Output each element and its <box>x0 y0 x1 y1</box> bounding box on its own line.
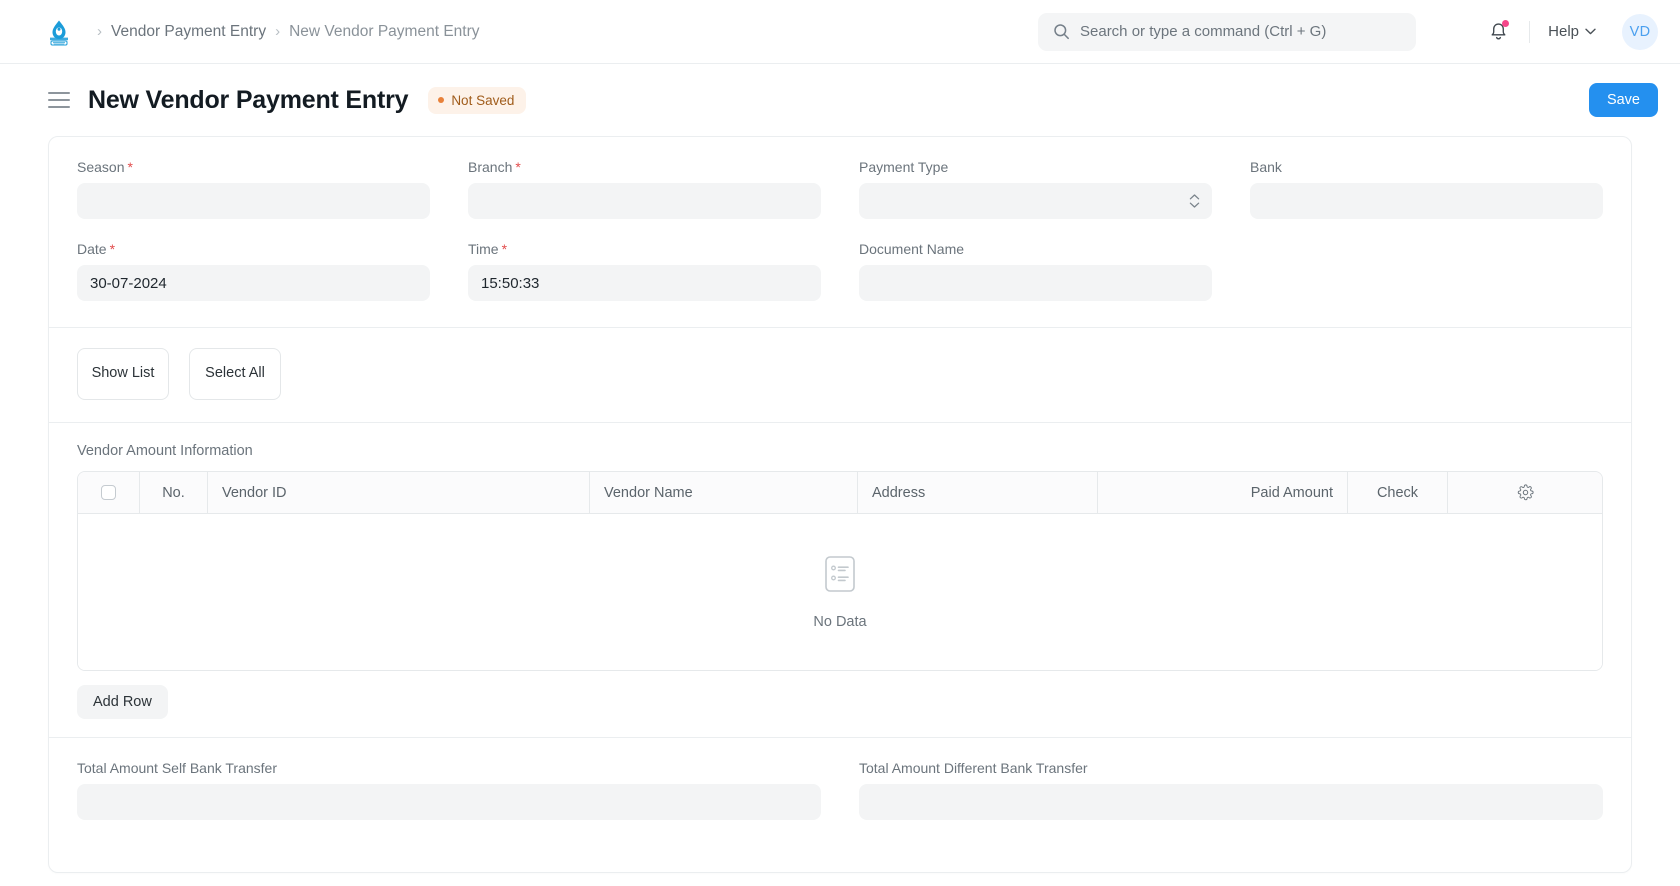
hamburger-icon[interactable] <box>48 92 70 108</box>
required-asterisk: * <box>501 241 508 257</box>
field-bank-label: Bank <box>1250 159 1603 175</box>
help-label: Help <box>1548 23 1579 40</box>
column-settings[interactable] <box>1448 472 1602 513</box>
breadcrumb-separator-0: › <box>97 23 102 40</box>
form-fields-section: Season * Branch * Payment Type Bank Date… <box>49 137 1631 327</box>
breadcrumb-item-vendor-payment-entry[interactable]: Vendor Payment Entry <box>111 23 266 41</box>
branch-input[interactable] <box>468 183 821 219</box>
field-branch-label: Branch * <box>468 159 821 175</box>
field-branch-label-text: Branch <box>468 159 513 175</box>
avatar[interactable]: VD <box>1622 13 1658 50</box>
status-badge: Not Saved <box>428 86 527 114</box>
page-body: Season * Branch * Payment Type Bank Date… <box>0 136 1680 873</box>
field-bank-label-text: Bank <box>1250 159 1282 175</box>
table-title: Vendor Amount Information <box>77 443 253 459</box>
season-input[interactable] <box>77 183 430 219</box>
page-title: New Vendor Payment Entry <box>88 85 409 114</box>
field-date: Date * <box>77 241 430 301</box>
time-input[interactable] <box>468 265 821 301</box>
field-document-name-label-text: Document Name <box>859 241 965 257</box>
field-bank: Bank <box>1250 159 1603 219</box>
form-fields-row-1: Season * Branch * Payment Type Bank <box>77 159 1603 241</box>
field-document-name: Document Name <box>859 241 1212 301</box>
breadcrumb-item-new-vendor-payment-entry[interactable]: New Vendor Payment Entry <box>289 23 479 41</box>
select-all-checkbox[interactable] <box>101 485 116 500</box>
action-buttons-row: Show List Select All <box>49 327 1631 422</box>
field-payment-type-label-text: Payment Type <box>859 159 949 175</box>
field-spacer <box>1250 241 1603 301</box>
avatar-initials: VD <box>1629 23 1651 40</box>
grid-header-row: No. Vendor ID Vendor Name Address Paid A… <box>78 472 1602 514</box>
column-select-all <box>78 472 140 513</box>
help-menu-button[interactable]: Help <box>1544 19 1600 44</box>
field-branch: Branch * <box>468 159 821 219</box>
show-list-button[interactable]: Show List <box>77 348 169 400</box>
search-box[interactable] <box>1038 12 1416 51</box>
required-asterisk: * <box>515 159 521 175</box>
column-header-paid-amount: Paid Amount <box>1098 472 1348 513</box>
total-different-bank-transfer-input[interactable] <box>859 784 1603 820</box>
empty-list-icon <box>825 556 855 592</box>
total-self-bank-transfer-input[interactable] <box>77 784 821 820</box>
select-all-button[interactable]: Select All <box>189 348 281 400</box>
navbar-divider <box>1529 20 1531 43</box>
column-header-vendor-name: Vendor Name <box>590 472 858 513</box>
app-logo[interactable] <box>44 16 74 47</box>
grid-empty-state: No Data <box>78 514 1602 670</box>
field-time-label-text: Time <box>468 241 499 257</box>
column-header-address: Address <box>858 472 1098 513</box>
gear-icon <box>1517 484 1534 501</box>
navbar-right-actions: Help VD <box>1481 13 1658 50</box>
field-total-self-bank-transfer: Total Amount Self Bank Transfer <box>77 760 821 820</box>
status-badge-dot <box>438 97 445 103</box>
date-input[interactable] <box>77 265 430 301</box>
column-header-no: No. <box>140 472 208 513</box>
payment-type-select[interactable] <box>859 183 1212 219</box>
field-time-label: Time * <box>468 241 821 257</box>
field-season-label-text: Season <box>77 159 125 175</box>
total-self-bank-transfer-label: Total Amount Self Bank Transfer <box>77 760 277 776</box>
page-header: New Vendor Payment Entry Not Saved Save <box>0 64 1680 136</box>
form-card: Season * Branch * Payment Type Bank Date… <box>48 136 1632 873</box>
field-total-different-bank-transfer: Total Amount Different Bank Transfer <box>859 760 1603 820</box>
total-different-bank-transfer-label: Total Amount Different Bank Transfer <box>859 760 1088 776</box>
form-fields-row-2: Date * Time * Document Name <box>77 241 1603 323</box>
required-asterisk: * <box>127 159 133 175</box>
bank-input[interactable] <box>1250 183 1603 219</box>
search-input[interactable] <box>1080 23 1401 40</box>
notification-dot <box>1502 19 1510 27</box>
field-season-label: Season * <box>77 159 430 175</box>
payment-type-select-wrap <box>859 183 1212 219</box>
app-logo-icon <box>50 20 68 45</box>
empty-state-label: No Data <box>813 614 867 630</box>
breadcrumb-separator-1: › <box>275 23 281 40</box>
document-name-input[interactable] <box>859 265 1212 301</box>
search-icon <box>1053 23 1070 40</box>
status-badge-label: Not Saved <box>451 92 515 108</box>
chevron-down-icon <box>1585 28 1596 35</box>
field-time: Time * <box>468 241 821 301</box>
field-date-label: Date * <box>77 241 430 257</box>
field-date-label-text: Date <box>77 241 107 257</box>
search-container <box>1038 12 1416 51</box>
vendor-amount-grid: No. Vendor ID Vendor Name Address Paid A… <box>77 471 1603 671</box>
totals-section: Total Amount Self Bank Transfer Total Am… <box>49 737 1631 872</box>
column-header-vendor-id: Vendor ID <box>208 472 590 513</box>
breadcrumb: › Vendor Payment Entry › New Vendor Paym… <box>88 23 480 41</box>
totals-grid: Total Amount Self Bank Transfer Total Am… <box>77 760 1603 842</box>
vendor-amount-table-section: Vendor Amount Information No. Vendor ID … <box>49 422 1631 737</box>
add-row-button[interactable]: Add Row <box>77 685 168 719</box>
column-header-check: Check <box>1348 472 1448 513</box>
notifications-button[interactable] <box>1481 15 1515 49</box>
field-payment-type: Payment Type <box>859 159 1212 219</box>
field-season: Season * <box>77 159 430 219</box>
field-payment-type-label: Payment Type <box>859 159 1212 175</box>
field-document-name-label: Document Name <box>859 241 1212 257</box>
top-navbar: › Vendor Payment Entry › New Vendor Paym… <box>0 0 1680 64</box>
required-asterisk: * <box>109 241 116 257</box>
save-button[interactable]: Save <box>1588 83 1658 117</box>
